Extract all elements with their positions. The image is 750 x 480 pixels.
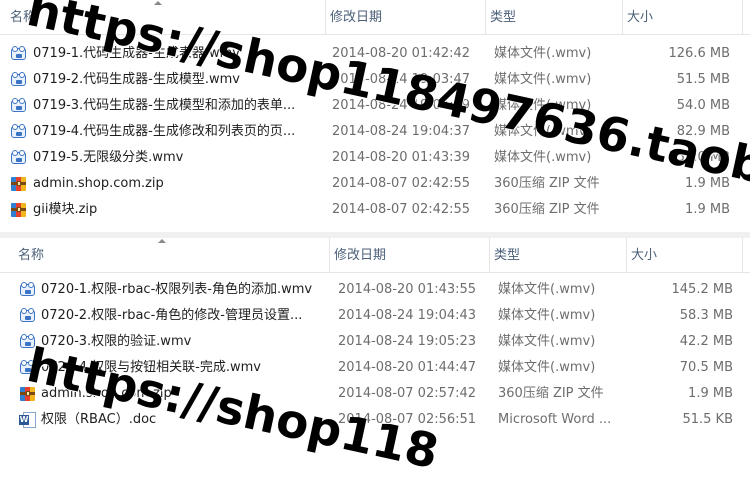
file-name: 0720-1.权限-rbac-权限列表-角色的添加.wmv [41,282,313,297]
file-name: 0720-3.权限的验证.wmv [41,334,192,349]
file-row[interactable]: 0720-1.权限-rbac-权限列表-角色的添加.wmv 2014-08-20 … [0,277,750,303]
doc-icon: W [19,412,37,428]
file-date: 2014-08-07 02:42:55 [332,202,471,217]
column-header-size-label: 大小 [631,248,658,263]
file-size: 126.6 MB [668,46,730,61]
file-name: admin.shop.com.zip [41,386,172,401]
zip-icon [10,202,28,218]
file-name: admin.shop.com.zip [33,176,164,191]
media-icon [19,282,37,298]
file-row[interactable]: 0720-4.权限与按钮相关联-完成.wmv 2014-08-20 01:44:4… [0,355,750,381]
file-date: 2014-08-20 01:44:47 [338,360,477,375]
media-icon [19,334,37,350]
file-date: 2014-08-07 02:56:51 [338,412,477,427]
sort-ascending-icon [158,239,166,243]
file-row[interactable]: 0719-1.代码生成器-生成表器.wmv 2014-08-20 01:42:42… [0,41,750,67]
file-size: 153.0 MB [668,150,730,165]
file-size: 1.9 MB [688,386,733,401]
file-row[interactable]: W 权限（RBAC）.doc 2014-08-07 02:56:51 Microsof… [0,407,750,433]
column-header-row: 名称 修改日期 类型 大小 [0,238,750,273]
file-date: 2014-08-20 01:42:42 [332,46,471,61]
file-size: 82.9 MB [676,124,730,139]
column-header-row: 名称 修改日期 类型 大小 [0,0,750,35]
file-row[interactable]: 0719-5.无限级分类.wmv 2014-08-20 01:43:39 媒体文件(… [0,145,750,171]
file-name: 0720-2.权限-rbac-角色的修改-管理员设置... [41,308,303,323]
column-header-date[interactable]: 修改日期 [330,238,490,272]
file-size: 1.9 MB [685,176,730,191]
file-list-panel-2: 名称 修改日期 类型 大小 0720-1.权限-rbac-权限列表-角色的添加.… [0,238,750,443]
file-list-panel-1: 名称 修改日期 类型 大小 0719-1.代码生成器-生成表器.wmv 2014-… [0,0,750,232]
file-size: 70.5 MB [679,360,733,375]
sort-ascending-icon [154,1,162,5]
media-icon [10,72,28,88]
file-name: 0719-2.代码生成器-生成模型.wmv [33,72,240,87]
file-date: 2014-08-24 19:04:37 [332,124,471,139]
file-size: 42.2 MB [679,334,733,349]
file-size: 145.2 MB [671,282,733,297]
zip-icon [19,386,37,402]
file-row[interactable]: 0720-2.权限-rbac-角色的修改-管理员设置... 2014-08-24 … [0,303,750,329]
file-name: 0719-4.代码生成器-生成修改和列表页的页... [33,124,296,139]
file-size: 51.5 MB [676,72,730,87]
media-icon [10,46,28,62]
file-size: 54.0 MB [676,98,730,113]
media-icon [10,124,28,140]
file-row[interactable]: 0719-4.代码生成器-生成修改和列表页的页... 2014-08-24 19:… [0,119,750,145]
column-header-type-label: 类型 [490,10,517,25]
column-header-type[interactable]: 类型 [486,0,623,34]
file-name: 权限（RBAC）.doc [41,412,157,427]
file-date: 2014-08-24 19:04:19 [332,98,471,113]
column-header-type[interactable]: 类型 [490,238,627,272]
file-name: 0719-5.无限级分类.wmv [33,150,184,165]
column-header-type-label: 类型 [494,248,521,263]
file-row[interactable]: 0720-3.权限的验证.wmv 2014-08-24 19:05:23 媒体文件(… [0,329,750,355]
column-header-name-label: 名称 [10,10,37,25]
file-rows: 0719-1.代码生成器-生成表器.wmv 2014-08-20 01:42:42… [0,35,750,223]
column-header-date[interactable]: 修改日期 [326,0,486,34]
file-row[interactable]: admin.shop.com.zip 2014-08-07 02:42:55 360… [0,171,750,197]
media-icon [19,360,37,376]
zip-icon [10,176,28,192]
file-name: 0719-1.代码生成器-生成表器.wmv [33,46,240,61]
file-name: gii模块.zip [33,202,98,217]
file-row[interactable]: 0719-2.代码生成器-生成模型.wmv 2014-08-24 19:03:47… [0,67,750,93]
file-date: 2014-08-20 01:43:39 [332,150,471,165]
column-header-size[interactable]: 大小 [623,0,743,34]
column-header-date-label: 修改日期 [334,248,387,263]
file-size: 51.5 KB [682,412,733,427]
media-icon [10,150,28,166]
file-size: 58.3 MB [679,308,733,323]
column-header-name[interactable]: 名称 [6,0,326,34]
file-name: 0720-4.权限与按钮相关联-完成.wmv [41,360,261,375]
file-date: 2014-08-24 19:03:47 [332,72,471,87]
file-row[interactable]: gii模块.zip 2014-08-07 02:42:55 360压缩 ZIP 文件… [0,197,750,223]
file-date: 2014-08-24 19:05:23 [338,334,477,349]
file-row[interactable]: admin.shop.com.zip 2014-08-07 02:57:42 360… [0,381,750,407]
media-icon [10,98,28,114]
file-date: 2014-08-07 02:57:42 [338,386,477,401]
file-size: 1.9 MB [685,202,730,217]
column-header-name[interactable]: 名称 [14,238,330,272]
file-date: 2014-08-24 19:04:43 [338,308,477,323]
column-header-size-label: 大小 [627,10,654,25]
column-header-size[interactable]: 大小 [627,238,743,272]
media-icon [19,308,37,324]
file-date: 2014-08-20 01:43:55 [338,282,477,297]
file-row[interactable]: 0719-3.代码生成器-生成模型和添加的表单... 2014-08-24 19:… [0,93,750,119]
file-date: 2014-08-07 02:42:55 [332,176,471,191]
file-rows: 0720-1.权限-rbac-权限列表-角色的添加.wmv 2014-08-20 … [0,273,750,433]
file-name: 0719-3.代码生成器-生成模型和添加的表单... [33,98,296,113]
column-header-name-label: 名称 [18,248,45,263]
column-header-date-label: 修改日期 [330,10,383,25]
